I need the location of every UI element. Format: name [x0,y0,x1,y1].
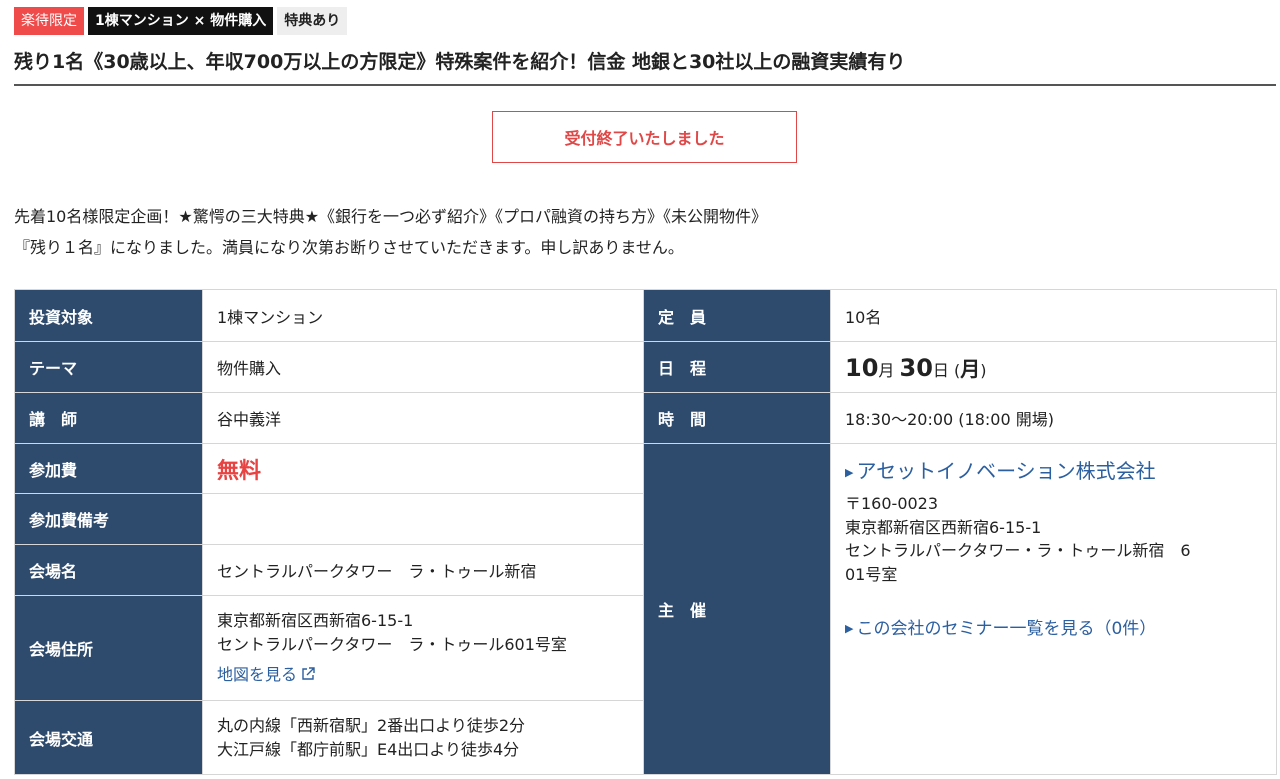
fee-value: 無料 [202,443,644,494]
tag-rakumachi-limited: 楽待限定 [14,7,84,35]
schedule-value: 10月 30日 (月) [830,341,1277,393]
address-label: 会場住所 [14,595,203,701]
schedule-weekday: 月 [960,356,981,381]
tag-category: 1棟マンション × 物件購入 [88,7,274,35]
schedule-month-unit: 月 [878,360,895,380]
capacity-label: 定 員 [643,289,831,342]
table-row: テーマ 物件購入 日 程 10月 30日 (月) [14,341,1277,393]
registration-closed-button[interactable]: 受付終了いたしました [492,111,797,163]
table-row: 参加費 無料 主 催 ▶ アセットイノベーション株式会社 〒160-0023 東京… [14,443,1277,775]
organizer-name-link[interactable]: ▶ アセットイノベーション株式会社 [845,456,1262,488]
organizer-address: 〒160-0023 東京都新宿区西新宿6-15-1 セントラルパークタワー・ラ・… [845,492,1262,586]
tag-bonus: 特典あり [277,7,348,35]
description-line-2: 『残り１名』になりました。満員になり次第お断りさせていただきます。申し訳ありませ… [14,238,684,257]
capacity-value: 10名 [830,289,1277,342]
organizer-info: ▶ アセットイノベーション株式会社 〒160-0023 東京都新宿区西新宿6-15… [830,443,1277,775]
seminar-title: 残り1名《30歳以上、年収700万以上の方限定》特殊案件を紹介！信金 地銀と30… [14,51,906,73]
access-line-2: 大江戸線「都庁前駅」E4出口より徒歩4分 [217,739,520,759]
schedule-month: 10 [845,353,879,382]
theme-value: 物件購入 [202,341,644,393]
table-row: 投資対象 1棟マンション 定 員 10名 [14,289,1277,342]
venue-label: 会場名 [14,544,203,596]
organizer-address-line-3: 01号室 [845,564,898,584]
access-line-1: 丸の内線「西新宿駅」2番出口より徒歩2分 [217,715,526,735]
title-divider [14,84,1276,86]
seminar-description: 先着10名様限定企画！★驚愕の三大特典★《銀行を一つ必ず紹介》《プロパ融資の持ち… [14,201,767,263]
map-link-text[interactable]: 地図を見る [217,665,297,684]
investment-label: 投資対象 [14,289,203,342]
fee-note-value [202,493,644,545]
lecturer-label: 講 師 [14,392,203,444]
organizer-name[interactable]: アセットイノベーション株式会社 [856,459,1155,483]
access-value: 丸の内線「西新宿駅」2番出口より徒歩2分 大江戸線「都庁前駅」E4出口より徒歩4… [202,700,644,775]
time-label: 時 間 [643,392,831,444]
organizer-label: 主 催 [643,443,831,775]
organizer-address-line-2: セントラルパークタワー・ラ・トゥール新宿 6 [845,541,1191,560]
organizer-seminars-link-text[interactable]: この会社のセミナー一覧を見る（0件） [856,619,1156,639]
address-line-2: セントラルパークタワー ラ・トゥール601号室 [217,635,567,654]
map-link[interactable]: 地図を見る [217,663,629,687]
fee-note-label: 参加費備考 [14,493,203,545]
schedule-day: 30 [899,353,933,382]
seminar-info-table: 投資対象 1棟マンション 定 員 10名 テーマ 物件購入 日 程 10月 30… [14,289,1277,775]
theme-label: テーマ [14,341,203,393]
investment-value: 1棟マンション [202,289,644,342]
external-link-icon [302,667,315,680]
organizer-address-line-1: 東京都新宿区西新宿6-15-1 [845,517,1042,537]
caret-right-icon: ▶ [845,466,854,479]
schedule-label: 日 程 [643,341,831,393]
organizer-zip: 〒160-0023 [845,494,939,513]
lecturer-value: 谷中義洋 [202,392,644,444]
fee-label: 参加費 [14,443,203,494]
venue-value: セントラルパークタワー ラ・トゥール新宿 [202,544,644,596]
caret-right-icon: ▶ [845,622,854,635]
address-line-1: 東京都新宿区西新宿6-15-1 [217,611,414,630]
organizer-seminars-link[interactable]: ▶ この会社のセミナー一覧を見る（0件） [845,616,1262,642]
table-row: 講 師 谷中義洋 時 間 18:30〜20:00 (18:00 開場) [14,392,1277,444]
access-label: 会場交通 [14,700,203,775]
tag-list: 楽待限定 1棟マンション × 物件購入 特典あり [14,7,348,35]
time-value: 18:30〜20:00 (18:00 開場) [830,392,1277,444]
description-line-1: 先着10名様限定企画！★驚愕の三大特典★《銀行を一つ必ず紹介》《プロパ融資の持ち… [14,207,768,226]
schedule-day-unit: 日 [932,360,949,380]
address-value: 東京都新宿区西新宿6-15-1 セントラルパークタワー ラ・トゥール601号室 … [202,595,644,701]
fee-free-text: 無料 [217,458,262,484]
